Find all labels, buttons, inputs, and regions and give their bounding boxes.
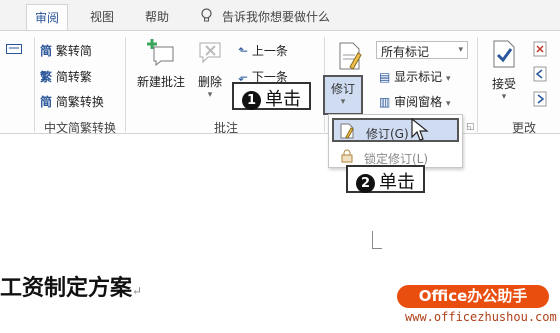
simp-trad-convert-icon: 简 bbox=[40, 95, 53, 109]
chevron-down-icon: ▾ bbox=[446, 99, 451, 109]
track-changes-label: 修订 bbox=[330, 82, 355, 96]
group-separator bbox=[125, 37, 126, 132]
step-1-text: 单击 bbox=[265, 89, 301, 110]
trad-to-simp-icon: 简 bbox=[40, 44, 53, 58]
watermark-url: www.officezhushou.com bbox=[405, 310, 557, 324]
accept-button[interactable]: 接受 ▾ bbox=[484, 39, 524, 102]
group-label-changes: 更改 bbox=[512, 121, 537, 135]
dialog-launcher-icon[interactable]: ◱ bbox=[466, 122, 475, 132]
group-label-comments: 批注 bbox=[214, 121, 239, 135]
accept-icon bbox=[493, 40, 515, 68]
chevron-down-icon: ▾ bbox=[207, 90, 213, 100]
review-pane-icon: ▥ bbox=[379, 95, 391, 109]
group-separator bbox=[34, 37, 35, 132]
delete-comment-icon bbox=[199, 42, 221, 64]
simp-to-trad-icon: 繁 bbox=[40, 70, 53, 84]
show-markup-label: 显示标记 bbox=[394, 70, 443, 84]
margin-corner-mark bbox=[372, 231, 382, 249]
review-pane-button[interactable]: ▥ 审阅窗格 ▾ bbox=[379, 93, 451, 110]
previous-comment-label: 上一条 bbox=[251, 44, 288, 58]
paragraph-mark: ↵ bbox=[132, 284, 143, 298]
ribbon-tab-bar: 审阅 视图 帮助 告诉我你想要做什么 bbox=[0, 0, 560, 30]
document-title: 工资制定方案↵ bbox=[0, 270, 142, 302]
previous-change-icon[interactable] bbox=[533, 66, 547, 82]
watermark-brand: Office办公助手 bbox=[397, 285, 549, 308]
review-pane-label: 审阅窗格 bbox=[394, 95, 443, 109]
new-comment-button[interactable]: 新建批注 bbox=[131, 37, 191, 90]
markup-view-dropdown[interactable]: 所有标记 ▾ bbox=[376, 41, 468, 59]
lock-icon bbox=[341, 149, 353, 163]
tell-me-search[interactable]: 告诉我你想要做什么 bbox=[222, 8, 330, 25]
reject-icon[interactable] bbox=[533, 41, 547, 57]
group-label-chinese: 中文简繁转换 bbox=[44, 121, 117, 135]
track-changes-icon bbox=[339, 42, 362, 70]
previous-comment-button[interactable]: ⬑ 上一条 bbox=[238, 42, 288, 59]
simp-trad-convert-button[interactable]: 简 简繁转换 bbox=[40, 93, 104, 110]
step-1-badge: 1 bbox=[242, 91, 261, 110]
track-changes-menu: 修订(G) 锁定修订(L) bbox=[328, 114, 463, 168]
new-comment-icon bbox=[147, 39, 174, 67]
document-title-text: 工资制定方案 bbox=[0, 275, 133, 301]
lightbulb-icon bbox=[201, 8, 212, 22]
new-comment-label: 新建批注 bbox=[136, 75, 185, 89]
tab-view[interactable]: 视图 bbox=[90, 8, 114, 25]
step-2-callout: 2 单击 bbox=[346, 165, 425, 193]
delete-comment-button[interactable]: 删除 ▾ bbox=[195, 37, 225, 100]
accept-label: 接受 bbox=[491, 77, 516, 91]
chevron-down-icon: ▾ bbox=[340, 97, 346, 107]
markup-view-value: 所有标记 bbox=[381, 45, 430, 59]
chevron-down-icon: ▾ bbox=[446, 74, 451, 84]
mouse-cursor-icon bbox=[411, 118, 429, 141]
step-1-callout: 1 单击 bbox=[232, 82, 311, 110]
trad-to-simp-button[interactable]: 简 繁转简 bbox=[40, 42, 92, 59]
chevron-down-icon: ▾ bbox=[501, 92, 507, 102]
menu-item-lock-tracking-label: 锁定修订(L) bbox=[364, 152, 429, 166]
show-markup-icon: ▤ bbox=[379, 70, 391, 84]
simp-trad-convert-label: 简繁转换 bbox=[55, 95, 104, 109]
menu-item-track-changes[interactable]: 修订(G) bbox=[332, 118, 459, 142]
trad-to-simp-label: 繁转简 bbox=[55, 44, 92, 58]
track-changes-icon bbox=[340, 123, 354, 139]
simp-to-trad-label: 简转繁 bbox=[55, 70, 92, 84]
previous-comment-icon: ⬑ bbox=[238, 44, 249, 58]
track-changes-button[interactable]: 修订 ▾ bbox=[323, 75, 363, 115]
show-markup-button[interactable]: ▤ 显示标记 ▾ bbox=[379, 68, 451, 85]
chevron-down-icon: ▾ bbox=[458, 45, 463, 55]
simp-to-trad-button[interactable]: 繁 简转繁 bbox=[40, 68, 92, 85]
step-2-text: 单击 bbox=[379, 172, 415, 193]
group-separator bbox=[477, 37, 478, 132]
step-2-badge: 2 bbox=[356, 174, 375, 193]
tab-help[interactable]: 帮助 bbox=[145, 8, 169, 25]
next-change-icon[interactable] bbox=[533, 91, 547, 107]
delete-comment-label: 删除 bbox=[197, 75, 222, 89]
menu-item-track-changes-label: 修订(G) bbox=[366, 127, 409, 141]
keyboard-icon bbox=[6, 44, 22, 54]
tab-review[interactable]: 审阅 bbox=[26, 4, 69, 30]
